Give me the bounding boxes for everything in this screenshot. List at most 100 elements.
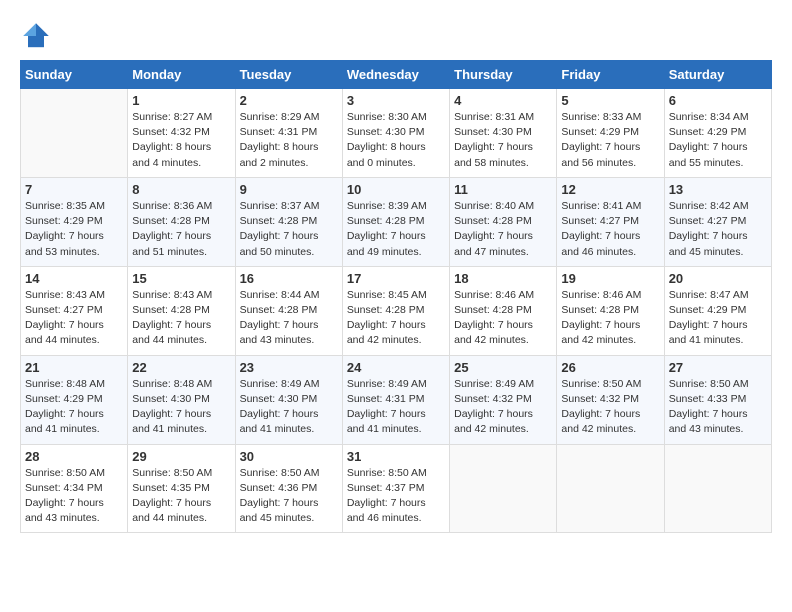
calendar-table: SundayMondayTuesdayWednesdayThursdayFrid… [20, 60, 772, 533]
day-detail: Sunrise: 8:33 AMSunset: 4:29 PMDaylight:… [561, 110, 659, 171]
day-number: 2 [240, 93, 338, 108]
day-number: 10 [347, 182, 445, 197]
calendar-cell: 12Sunrise: 8:41 AMSunset: 4:27 PMDayligh… [557, 177, 664, 266]
day-detail: Sunrise: 8:27 AMSunset: 4:32 PMDaylight:… [132, 110, 230, 171]
calendar-cell: 24Sunrise: 8:49 AMSunset: 4:31 PMDayligh… [342, 355, 449, 444]
day-number: 3 [347, 93, 445, 108]
week-row-3: 21 Sunrise: 8:48 AMSunset: 4:29 PMDayligh… [21, 355, 772, 444]
day-detail: Sunrise: 8:34 AMSunset: 4:29 PMDaylight:… [669, 110, 767, 171]
day-number: 31 [347, 449, 445, 464]
calendar-cell: 7 Sunrise: 8:35 AMSunset: 4:29 PMDaylight… [21, 177, 128, 266]
calendar-cell: 9Sunrise: 8:37 AMSunset: 4:28 PMDaylight… [235, 177, 342, 266]
calendar-cell: 16 Sunrise: 8:44 AMSunset: 4:28 PMDayligh… [235, 266, 342, 355]
calendar-cell [664, 444, 771, 533]
week-row-0: 1 Sunrise: 8:27 AMSunset: 4:32 PMDaylight… [21, 89, 772, 178]
day-number: 24 [347, 360, 445, 375]
logo-icon [20, 20, 52, 52]
calendar-cell: 1 Sunrise: 8:27 AMSunset: 4:32 PMDaylight… [128, 89, 235, 178]
day-number: 11 [454, 182, 552, 197]
day-detail: Sunrise: 8:39 AMSunset: 4:28 PMDaylight:… [347, 199, 445, 260]
day-detail: Sunrise: 8:46 AMSunset: 4:28 PMDaylight:… [454, 288, 552, 349]
calendar-cell [557, 444, 664, 533]
day-number: 12 [561, 182, 659, 197]
calendar-cell: 4 Sunrise: 8:31 AMSunset: 4:30 PMDaylight… [450, 89, 557, 178]
calendar-body: 1 Sunrise: 8:27 AMSunset: 4:32 PMDaylight… [21, 89, 772, 533]
day-number: 1 [132, 93, 230, 108]
day-number: 26 [561, 360, 659, 375]
day-detail: Sunrise: 8:49 AMSunset: 4:32 PMDaylight:… [454, 377, 552, 438]
day-detail: Sunrise: 8:30 AMSunset: 4:30 PMDaylight:… [347, 110, 445, 171]
day-detail: Sunrise: 8:46 AMSunset: 4:28 PMDaylight:… [561, 288, 659, 349]
day-number: 7 [25, 182, 123, 197]
day-number: 29 [132, 449, 230, 464]
day-detail: Sunrise: 8:43 AMSunset: 4:28 PMDaylight:… [132, 288, 230, 349]
day-detail: Sunrise: 8:49 AMSunset: 4:30 PMDaylight:… [240, 377, 338, 438]
day-detail: Sunrise: 8:50 AMSunset: 4:37 PMDaylight:… [347, 466, 445, 527]
day-number: 18 [454, 271, 552, 286]
day-detail: Sunrise: 8:44 AMSunset: 4:28 PMDaylight:… [240, 288, 338, 349]
calendar-cell: 11Sunrise: 8:40 AMSunset: 4:28 PMDayligh… [450, 177, 557, 266]
calendar-cell: 31 Sunrise: 8:50 AMSunset: 4:37 PMDayligh… [342, 444, 449, 533]
week-row-2: 14Sunrise: 8:43 AMSunset: 4:27 PMDayligh… [21, 266, 772, 355]
day-number: 27 [669, 360, 767, 375]
day-detail: Sunrise: 8:47 AMSunset: 4:29 PMDaylight:… [669, 288, 767, 349]
calendar-cell: 21 Sunrise: 8:48 AMSunset: 4:29 PMDayligh… [21, 355, 128, 444]
calendar-cell: 22 Sunrise: 8:48 AMSunset: 4:30 PMDayligh… [128, 355, 235, 444]
day-number: 5 [561, 93, 659, 108]
page-header [20, 20, 772, 52]
day-number: 25 [454, 360, 552, 375]
header-day-monday: Monday [128, 61, 235, 89]
calendar-cell: 8 Sunrise: 8:36 AMSunset: 4:28 PMDaylight… [128, 177, 235, 266]
day-detail: Sunrise: 8:48 AMSunset: 4:29 PMDaylight:… [25, 377, 123, 438]
calendar-cell: 6 Sunrise: 8:34 AMSunset: 4:29 PMDaylight… [664, 89, 771, 178]
calendar-cell: 26Sunrise: 8:50 AMSunset: 4:32 PMDayligh… [557, 355, 664, 444]
day-detail: Sunrise: 8:48 AMSunset: 4:30 PMDaylight:… [132, 377, 230, 438]
day-detail: Sunrise: 8:45 AMSunset: 4:28 PMDaylight:… [347, 288, 445, 349]
calendar-cell [450, 444, 557, 533]
header-day-friday: Friday [557, 61, 664, 89]
calendar-cell: 2 Sunrise: 8:29 AMSunset: 4:31 PMDaylight… [235, 89, 342, 178]
day-number: 23 [240, 360, 338, 375]
header-day-thursday: Thursday [450, 61, 557, 89]
day-detail: Sunrise: 8:36 AMSunset: 4:28 PMDaylight:… [132, 199, 230, 260]
calendar-cell: 17 Sunrise: 8:45 AMSunset: 4:28 PMDayligh… [342, 266, 449, 355]
calendar-cell: 25 Sunrise: 8:49 AMSunset: 4:32 PMDayligh… [450, 355, 557, 444]
calendar-cell: 27 Sunrise: 8:50 AMSunset: 4:33 PMDayligh… [664, 355, 771, 444]
calendar-cell: 18 Sunrise: 8:46 AMSunset: 4:28 PMDayligh… [450, 266, 557, 355]
header-day-wednesday: Wednesday [342, 61, 449, 89]
day-number: 22 [132, 360, 230, 375]
day-detail: Sunrise: 8:50 AMSunset: 4:34 PMDaylight:… [25, 466, 123, 527]
calendar-cell: 29 Sunrise: 8:50 AMSunset: 4:35 PMDayligh… [128, 444, 235, 533]
header-day-saturday: Saturday [664, 61, 771, 89]
day-detail: Sunrise: 8:50 AMSunset: 4:33 PMDaylight:… [669, 377, 767, 438]
day-number: 17 [347, 271, 445, 286]
header-row: SundayMondayTuesdayWednesdayThursdayFrid… [21, 61, 772, 89]
day-detail: Sunrise: 8:50 AMSunset: 4:35 PMDaylight:… [132, 466, 230, 527]
calendar-header: SundayMondayTuesdayWednesdayThursdayFrid… [21, 61, 772, 89]
calendar-cell: 5 Sunrise: 8:33 AMSunset: 4:29 PMDaylight… [557, 89, 664, 178]
day-number: 30 [240, 449, 338, 464]
calendar-cell: 28 Sunrise: 8:50 AMSunset: 4:34 PMDayligh… [21, 444, 128, 533]
calendar-cell: 10 Sunrise: 8:39 AMSunset: 4:28 PMDayligh… [342, 177, 449, 266]
day-detail: Sunrise: 8:31 AMSunset: 4:30 PMDaylight:… [454, 110, 552, 171]
day-number: 16 [240, 271, 338, 286]
calendar-cell: 13 Sunrise: 8:42 AMSunset: 4:27 PMDayligh… [664, 177, 771, 266]
day-number: 13 [669, 182, 767, 197]
day-number: 28 [25, 449, 123, 464]
calendar-cell: 14Sunrise: 8:43 AMSunset: 4:27 PMDayligh… [21, 266, 128, 355]
day-number: 19 [561, 271, 659, 286]
day-detail: Sunrise: 8:35 AMSunset: 4:29 PMDaylight:… [25, 199, 123, 260]
calendar-cell: 3 Sunrise: 8:30 AMSunset: 4:30 PMDaylight… [342, 89, 449, 178]
day-detail: Sunrise: 8:42 AMSunset: 4:27 PMDaylight:… [669, 199, 767, 260]
header-day-sunday: Sunday [21, 61, 128, 89]
day-number: 4 [454, 93, 552, 108]
day-number: 6 [669, 93, 767, 108]
calendar-cell: 20Sunrise: 8:47 AMSunset: 4:29 PMDayligh… [664, 266, 771, 355]
day-detail: Sunrise: 8:29 AMSunset: 4:31 PMDaylight:… [240, 110, 338, 171]
calendar-cell: 23 Sunrise: 8:49 AMSunset: 4:30 PMDayligh… [235, 355, 342, 444]
calendar-cell: 15Sunrise: 8:43 AMSunset: 4:28 PMDayligh… [128, 266, 235, 355]
day-number: 8 [132, 182, 230, 197]
week-row-4: 28 Sunrise: 8:50 AMSunset: 4:34 PMDayligh… [21, 444, 772, 533]
calendar-cell: 19 Sunrise: 8:46 AMSunset: 4:28 PMDayligh… [557, 266, 664, 355]
day-number: 21 [25, 360, 123, 375]
